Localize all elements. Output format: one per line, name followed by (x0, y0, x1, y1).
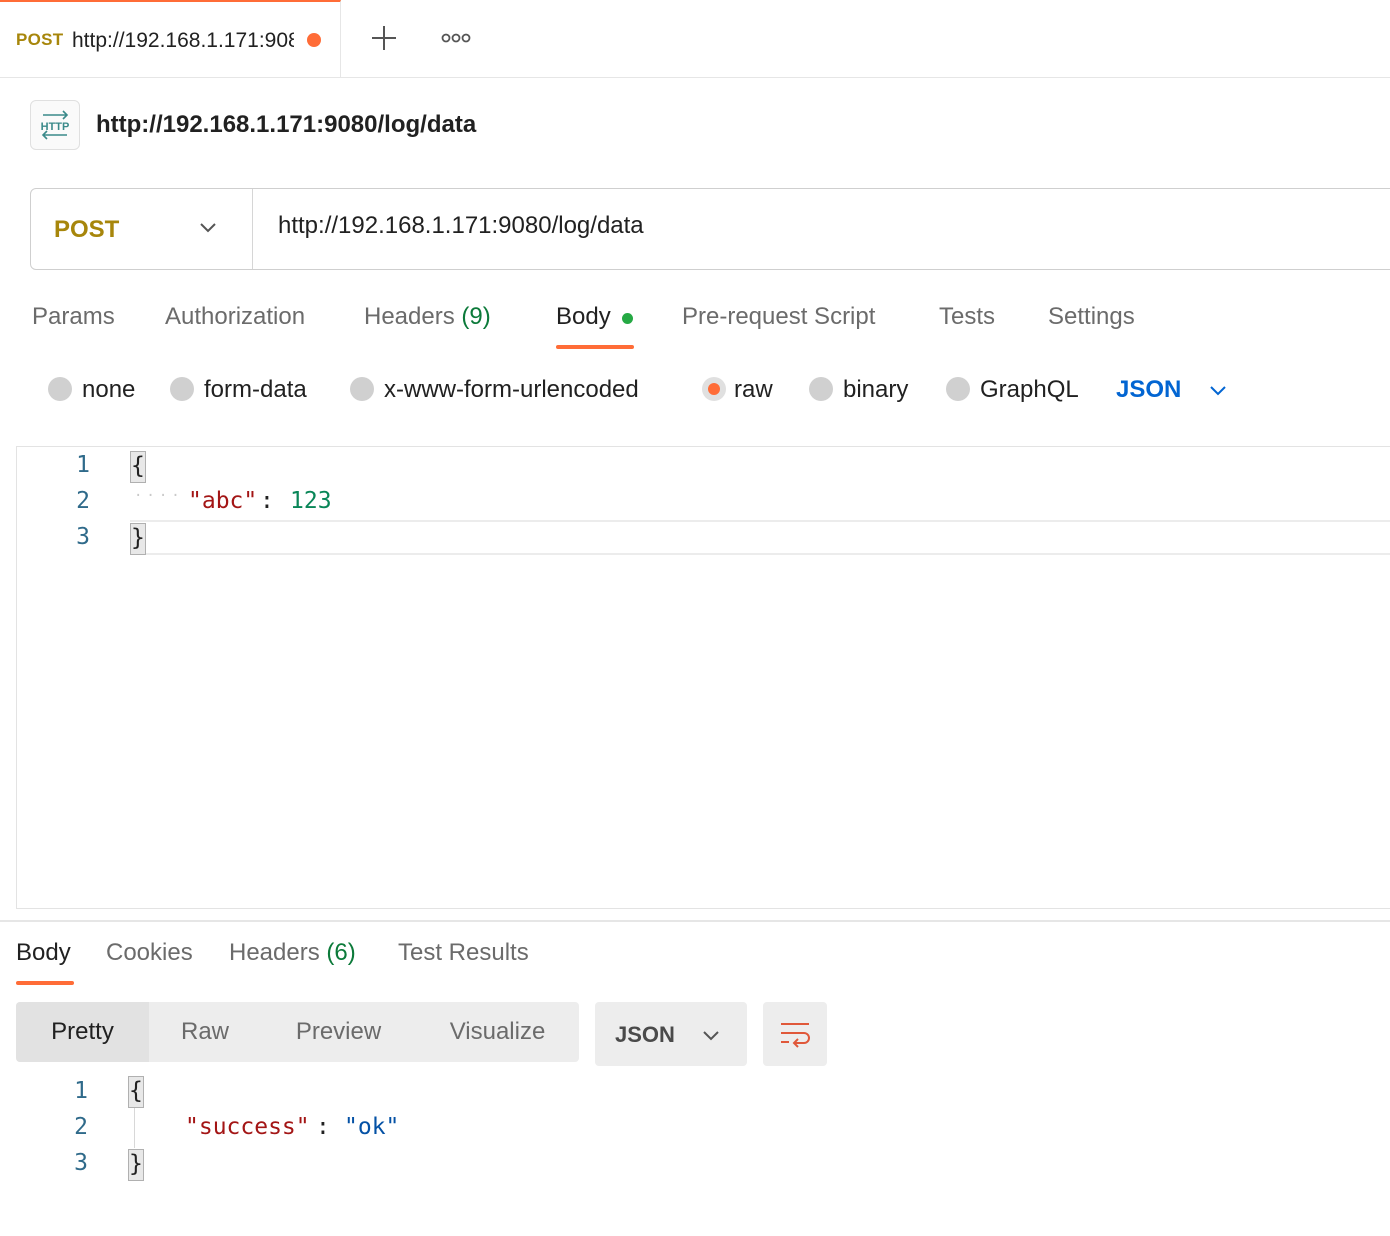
tab-method: POST (16, 30, 64, 49)
response-close-brace: } (128, 1149, 144, 1181)
new-tab-button[interactable] (364, 18, 404, 58)
tab-authorization[interactable]: Authorization (165, 303, 305, 331)
chevron-down-icon (703, 1031, 719, 1041)
response-json-key: "success" (185, 1114, 310, 1140)
radio-binary[interactable] (809, 377, 833, 401)
line-number: 3 (74, 1150, 88, 1176)
more-horizontal-icon (441, 33, 471, 43)
body-indicator-dot (622, 313, 633, 324)
pane-divider[interactable] (0, 920, 1390, 922)
tab-tests[interactable]: Tests (939, 303, 995, 331)
json-value: 123 (290, 488, 332, 514)
method-label: POST (54, 216, 120, 243)
request-tab[interactable]: POST http://192.168.1.171:9080/log/data (0, 0, 341, 77)
line-number: 2 (74, 1114, 88, 1140)
radio-raw-label[interactable]: raw (734, 376, 773, 404)
headers-count: (9) (461, 303, 491, 330)
view-preview[interactable]: Preview (261, 1002, 416, 1062)
tab-options-button[interactable] (436, 18, 476, 58)
response-tab-headers[interactable]: Headers (6) (229, 939, 356, 967)
view-raw[interactable]: Raw (149, 1002, 261, 1062)
response-tab-headers-label: Headers (229, 939, 320, 966)
radio-form-data-label[interactable]: form-data (204, 376, 307, 404)
json-colon: : (260, 488, 274, 514)
url-input[interactable]: http://192.168.1.171:9080/log/data (278, 212, 644, 240)
tab-pre-request-script[interactable]: Pre-request Script (682, 303, 875, 331)
radio-none-label[interactable]: none (82, 376, 135, 404)
method-dropdown[interactable]: POST (31, 189, 253, 269)
tab-settings[interactable]: Settings (1048, 303, 1135, 331)
response-headers-count: (6) (326, 939, 356, 966)
open-brace: { (130, 451, 146, 483)
view-pretty[interactable]: Pretty (16, 1002, 149, 1062)
line-number: 1 (76, 452, 90, 478)
response-open-brace: { (128, 1076, 144, 1108)
chevron-down-icon (200, 223, 216, 233)
line-number: 3 (76, 524, 90, 550)
whitespace-dots: ···· (134, 488, 184, 504)
response-json-colon: : (316, 1114, 330, 1140)
svg-text:HTTP: HTTP (41, 121, 70, 133)
plus-icon (372, 26, 396, 50)
radio-binary-label[interactable]: binary (843, 376, 908, 404)
response-json-value: "ok" (344, 1114, 400, 1140)
response-tab-body[interactable]: Body (16, 939, 71, 967)
active-tab-underline (556, 345, 634, 349)
radio-none[interactable] (48, 377, 72, 401)
chevron-down-icon[interactable] (1208, 383, 1228, 397)
active-line-highlight-bottom (130, 553, 1390, 555)
unsaved-changes-dot (307, 33, 321, 47)
view-visualize[interactable]: Visualize (416, 1002, 579, 1062)
json-key: "abc" (188, 488, 258, 514)
tab-headers[interactable]: Headers (9) (364, 303, 491, 331)
active-line-highlight-top (130, 520, 1390, 522)
radio-graphql-label[interactable]: GraphQL (980, 376, 1079, 404)
line-number: 2 (76, 488, 90, 514)
response-tab-test-results[interactable]: Test Results (398, 939, 529, 967)
radio-graphql[interactable] (946, 377, 970, 401)
response-language-dropdown[interactable]: JSON (595, 1002, 747, 1066)
tab-url: http://192.168.1.171:9080/log/data (72, 29, 294, 52)
tab-headers-label: Headers (364, 303, 455, 330)
http-icon: HTTP (30, 100, 80, 150)
wrap-lines-button[interactable] (763, 1002, 827, 1066)
request-title[interactable]: http://192.168.1.171:9080/log/data (96, 111, 476, 139)
radio-form-data[interactable] (170, 377, 194, 401)
response-tab-cookies[interactable]: Cookies (106, 939, 193, 967)
radio-urlencoded-label[interactable]: x-www-form-urlencoded (384, 376, 639, 404)
radio-raw[interactable] (702, 377, 726, 401)
line-number: 1 (74, 1078, 88, 1104)
close-brace: } (130, 523, 146, 555)
response-language-label: JSON (615, 1022, 675, 1047)
response-view-switcher: Pretty Raw Preview Visualize (16, 1002, 579, 1062)
radio-urlencoded[interactable] (350, 377, 374, 401)
tab-body[interactable]: Body (556, 303, 611, 331)
response-active-underline (16, 981, 74, 985)
url-bar: POST http://192.168.1.171:9080/log/data (30, 188, 1390, 270)
request-body-editor[interactable] (16, 446, 1390, 909)
tab-params[interactable]: Params (32, 303, 115, 331)
indent-guide (134, 1108, 135, 1148)
wrap-lines-icon (781, 1023, 810, 1048)
radio-selected-dot (708, 383, 720, 395)
language-dropdown[interactable]: JSON (1116, 376, 1181, 404)
